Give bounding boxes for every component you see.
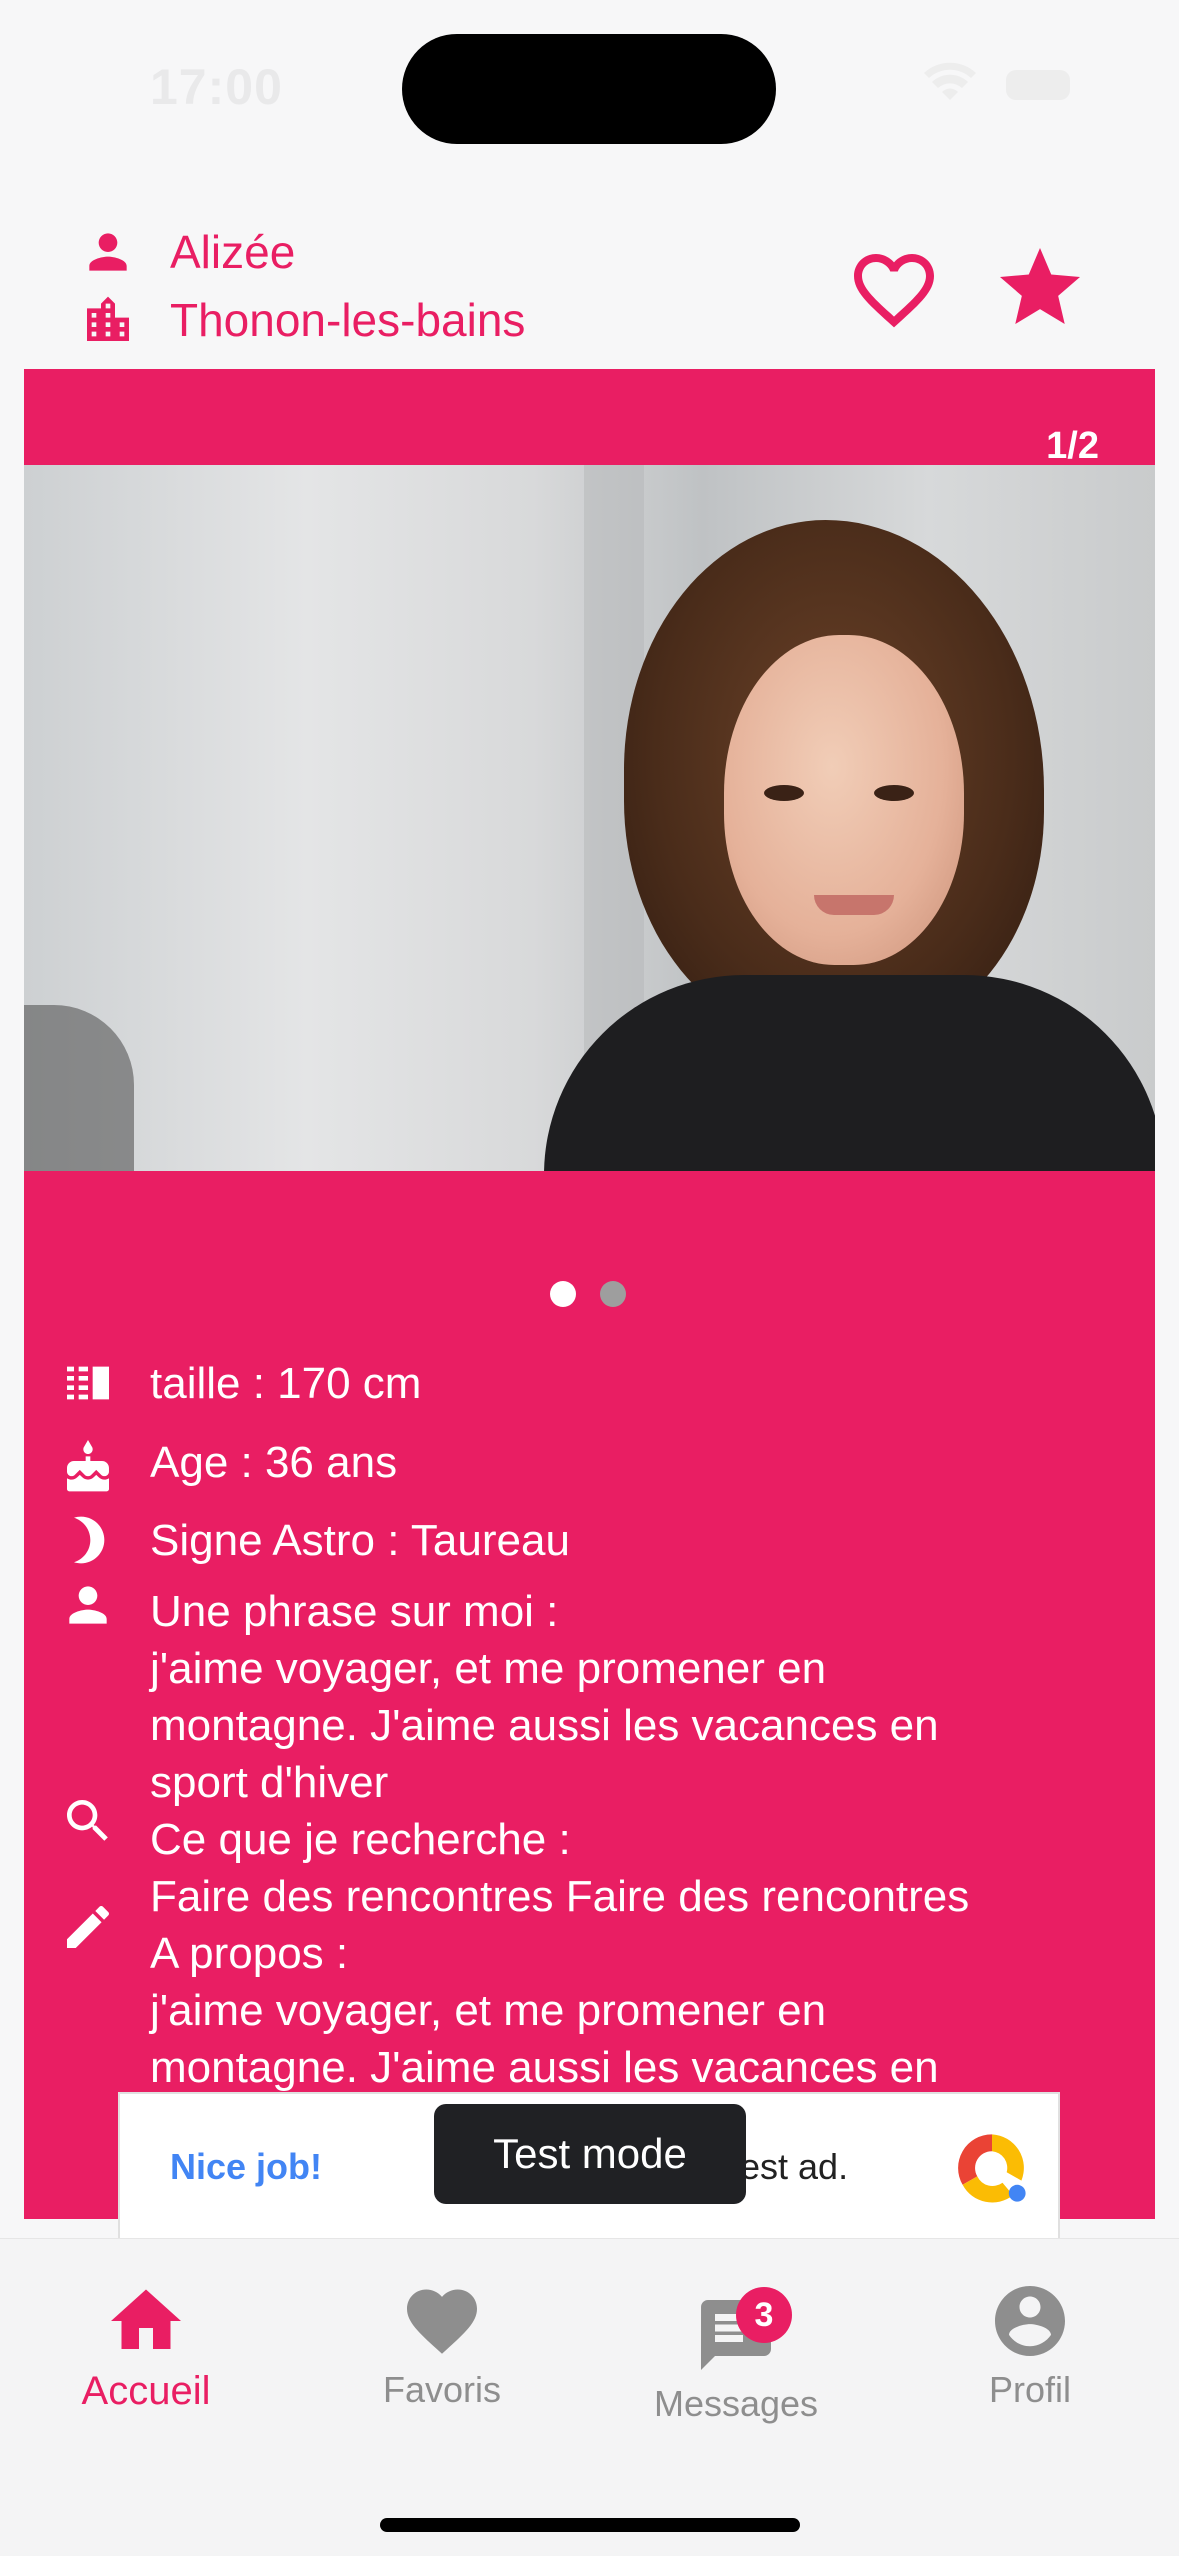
city-icon [87, 296, 129, 341]
account-circle-icon [995, 2286, 1065, 2356]
profile-city-row: Thonon-les-bains [80, 292, 525, 348]
photo-eye [764, 785, 804, 801]
test-mode-toast: Test mode [434, 2104, 746, 2204]
profile-name: Alizée [170, 226, 296, 278]
ad-headline: Nice job! [170, 2146, 323, 2187]
about-me-text: Une phrase sur moi : j'aime voyager, et … [150, 1587, 939, 1807]
height-text: taille : 170 cm [150, 1359, 422, 1408]
nav-label: Favoris [382, 2369, 502, 2410]
bottom-navigation: Accueil Favoris 3 Messages Profil [0, 2238, 1179, 2556]
home-indicator [380, 2518, 800, 2532]
photo-eye [874, 785, 914, 801]
info-row-age: Age : 36 ans [60, 1434, 1140, 1496]
photo-background [24, 1005, 134, 1171]
nav-label: Accueil [81, 2369, 211, 2413]
person-icon [89, 233, 127, 271]
moon-icon [74, 1516, 105, 1564]
search-icon [67, 1800, 108, 1841]
astro-text: Signe Astro : Taureau [150, 1516, 570, 1565]
looking-for-text: Ce que je recherche : Faire des rencontr… [150, 1815, 970, 1921]
ad-logo-icon [958, 2134, 1026, 2203]
nav-item-messages[interactable]: 3 Messages [616, 2287, 856, 2425]
wifi-icon [924, 62, 976, 100]
profile-name-row: Alizée [80, 224, 295, 280]
profile-city: Thonon-les-bains [170, 294, 526, 346]
battery-icon [1006, 70, 1070, 100]
profile-info: taille : 170 cm Age : 36 ans Signe Astro… [60, 1355, 1140, 2096]
profile-card: 1/2 taille : 170 cm Age : 36 ans Signe A… [24, 369, 1155, 2219]
person-icon [69, 1586, 107, 1624]
height-icon [67, 1366, 109, 1400]
info-row-height: taille : 170 cm [60, 1355, 1140, 1412]
photo-mouth [814, 895, 894, 915]
messages-badge: 3 [736, 2287, 792, 2343]
cake-icon [67, 1440, 109, 1492]
edit-pencil-icon [67, 1905, 110, 1948]
photo-face [724, 635, 964, 965]
profile-photo[interactable] [24, 465, 1155, 1171]
favorite-heart-button[interactable] [846, 242, 942, 338]
profile-header: Alizée Thonon-les-bains [0, 210, 1179, 370]
carousel-dot[interactable] [600, 1281, 626, 1307]
nav-label: Profil [988, 2369, 1072, 2410]
status-time: 17:00 [150, 59, 283, 115]
carousel-dot-active[interactable] [550, 1281, 576, 1307]
home-icon [111, 2289, 181, 2349]
a-propos-text: A propos : j'aime voyager, et me promene… [150, 1929, 939, 2092]
status-bar: 17:00 [0, 0, 1179, 170]
info-row-astro: Signe Astro : Taureau [60, 1512, 1140, 1569]
heart-icon [407, 2289, 477, 2354]
ad-body-text: est ad. [740, 2146, 849, 2187]
nav-item-profil[interactable]: Profil [910, 2279, 1150, 2411]
nav-item-favoris[interactable]: Favoris [322, 2279, 562, 2411]
age-text: Age : 36 ans [150, 1438, 398, 1487]
star-button[interactable] [992, 240, 1088, 336]
nav-item-accueil[interactable]: Accueil [26, 2279, 266, 2414]
info-row-looking-for: Ce que je recherche : Faire des rencontr… [60, 1800, 1140, 1925]
nav-label: Messages [653, 2383, 819, 2424]
dynamic-island [402, 34, 776, 144]
info-row-a-propos: A propos : j'aime voyager, et me promene… [60, 1905, 1140, 2096]
info-row-about-me: Une phrase sur moi : j'aime voyager, et … [60, 1583, 1140, 1811]
carousel-indicator [550, 1281, 626, 1307]
photo-counter: 1/2 [1046, 425, 1099, 467]
